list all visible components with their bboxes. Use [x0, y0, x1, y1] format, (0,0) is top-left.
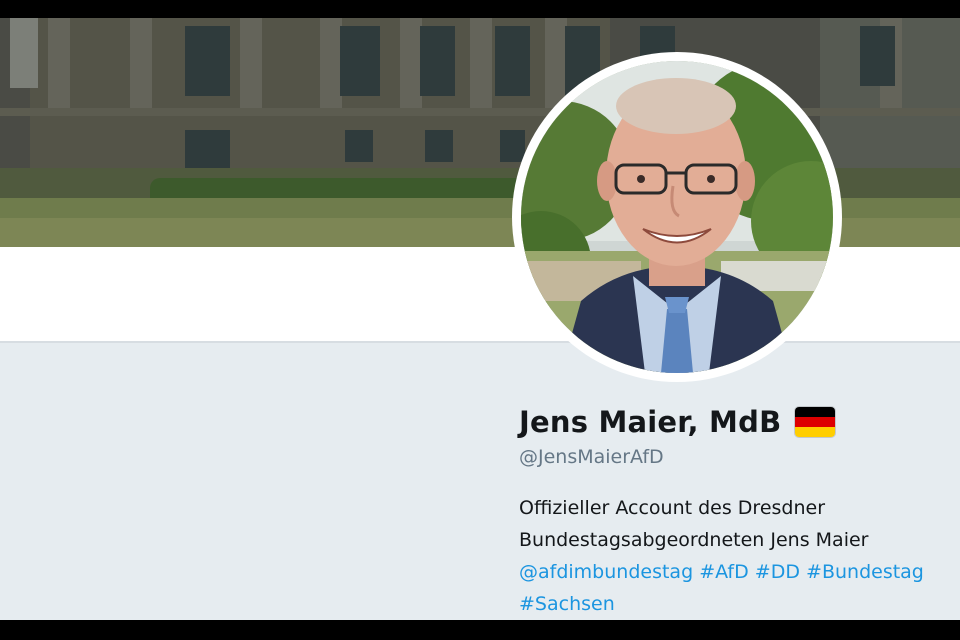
avatar-image: [521, 61, 833, 373]
profile-name-row: Jens Maier, MdB: [519, 402, 836, 442]
germany-flag-icon: [795, 407, 836, 437]
hashtag-link-bundestag[interactable]: #Bundestag: [806, 561, 924, 583]
letterbox-top: [0, 0, 960, 18]
bio-line: Offizieller Account des Dresdner: [519, 497, 826, 519]
bio-links-line: @afdimbundestag #AfD #DD #Bundestag: [519, 556, 949, 588]
profile-name[interactable]: Jens Maier, MdB: [519, 405, 781, 439]
mention-link-afdimbundestag[interactable]: @afdimbundestag: [519, 561, 693, 583]
hashtag-link-sachsen[interactable]: #Sachsen: [519, 593, 615, 615]
letterbox-bottom: [0, 620, 960, 640]
avatar[interactable]: [521, 61, 833, 373]
bio-links-line: #Sachsen: [519, 588, 949, 620]
hashtag-link-afd[interactable]: #AfD: [699, 561, 749, 583]
hashtag-link-dd[interactable]: #DD: [755, 561, 800, 583]
profile-handle[interactable]: @JensMaierAfD: [519, 446, 664, 468]
profile-bio: Offizieller Account des Dresdner Bundest…: [519, 492, 949, 620]
bio-line: Bundestagsabgeordneten Jens Maier: [519, 529, 869, 551]
